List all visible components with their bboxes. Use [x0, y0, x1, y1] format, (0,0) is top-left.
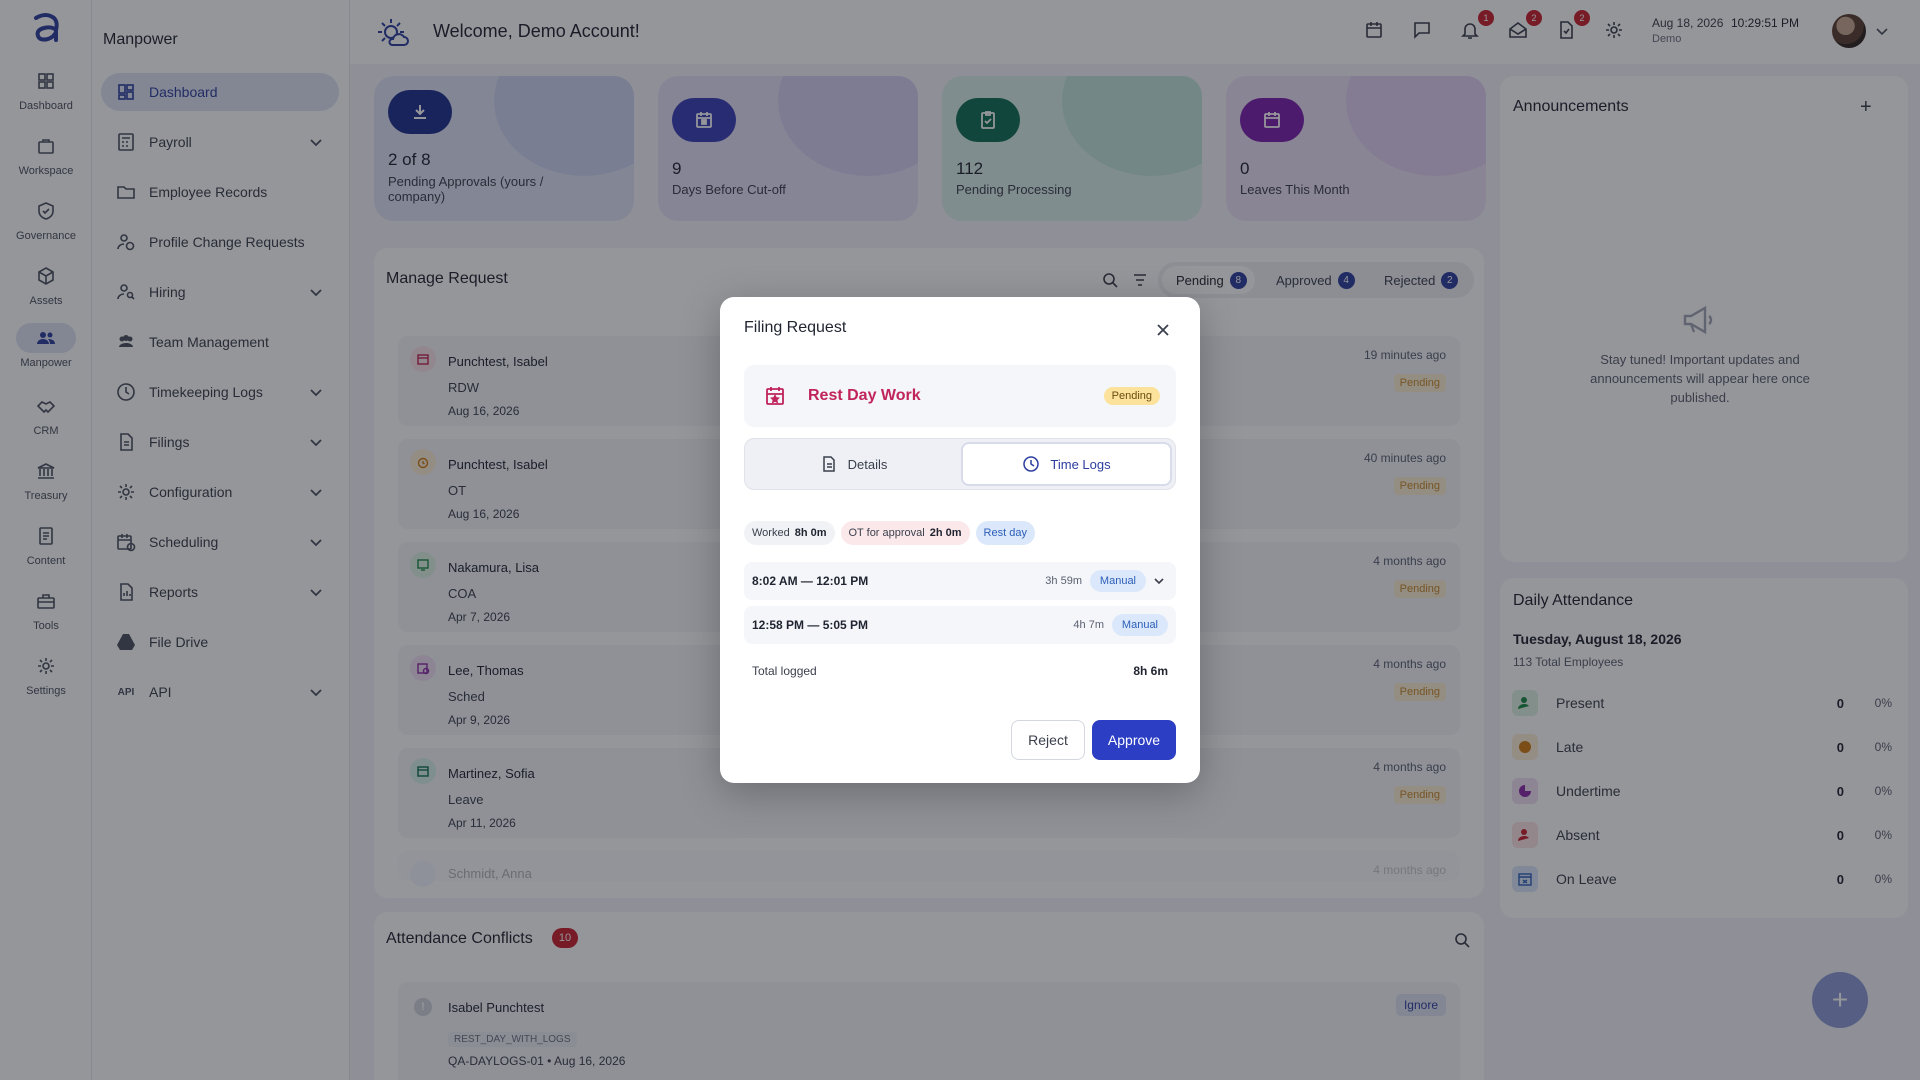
calendar-star-icon — [766, 387, 784, 405]
modal-title: Filing Request — [744, 319, 847, 336]
total-logged-value: 8h 6m — [1133, 664, 1168, 678]
ot-chip: OT for approval 2h 0m — [840, 521, 970, 545]
approve-button[interactable]: Approve — [1092, 720, 1176, 760]
time-log-row[interactable]: 12:58 PM — 5:05 PM 4h 7m Manual — [744, 606, 1176, 644]
manual-tag: Manual — [1089, 570, 1146, 592]
clock-icon — [1023, 456, 1040, 472]
reject-button[interactable]: Reject — [1011, 720, 1085, 760]
status-badge: Pending — [1103, 387, 1160, 405]
request-type: Rest Day Work — [808, 387, 921, 404]
manual-tag: Manual — [1111, 614, 1168, 636]
time-summary: Worked 8h 0m OT for approval 2h 0m Rest da… — [744, 521, 1035, 545]
filing-request-modal: Filing Request Rest Day Work Pending Det… — [720, 297, 1200, 783]
chevron-down-icon[interactable] — [1152, 574, 1166, 588]
rest-day-chip: Rest day — [975, 521, 1035, 545]
tab-time-logs[interactable]: Time Logs — [961, 442, 1172, 486]
total-logged-label: Total logged — [752, 664, 817, 678]
document-icon — [822, 456, 835, 472]
worked-chip: Worked 8h 0m — [744, 521, 835, 545]
modal-tabs: Details Time Logs — [744, 438, 1176, 490]
tab-details[interactable]: Details — [748, 442, 959, 486]
time-log-row[interactable]: 8:02 AM — 12:01 PM 3h 59m Manual — [744, 562, 1176, 600]
request-summary-card: Rest Day Work Pending — [744, 365, 1176, 427]
close-icon[interactable] — [1154, 321, 1172, 339]
